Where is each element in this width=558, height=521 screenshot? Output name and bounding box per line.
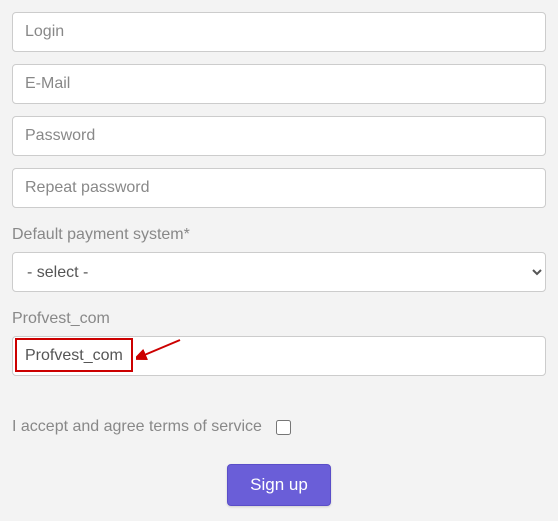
- signup-button[interactable]: Sign up: [227, 464, 331, 506]
- referral-label: Profvest_com: [12, 310, 546, 328]
- payment-system-label: Default payment system*: [12, 226, 546, 244]
- referral-input[interactable]: [12, 336, 546, 376]
- terms-label: I accept and agree terms of service: [12, 418, 262, 436]
- repeat-password-input[interactable]: [12, 168, 546, 208]
- login-input[interactable]: [12, 12, 546, 52]
- password-input[interactable]: [12, 116, 546, 156]
- terms-checkbox[interactable]: [276, 420, 291, 435]
- payment-system-select[interactable]: - select -: [12, 252, 546, 292]
- email-input[interactable]: [12, 64, 546, 104]
- signup-form: Default payment system* - select - Profv…: [12, 12, 546, 506]
